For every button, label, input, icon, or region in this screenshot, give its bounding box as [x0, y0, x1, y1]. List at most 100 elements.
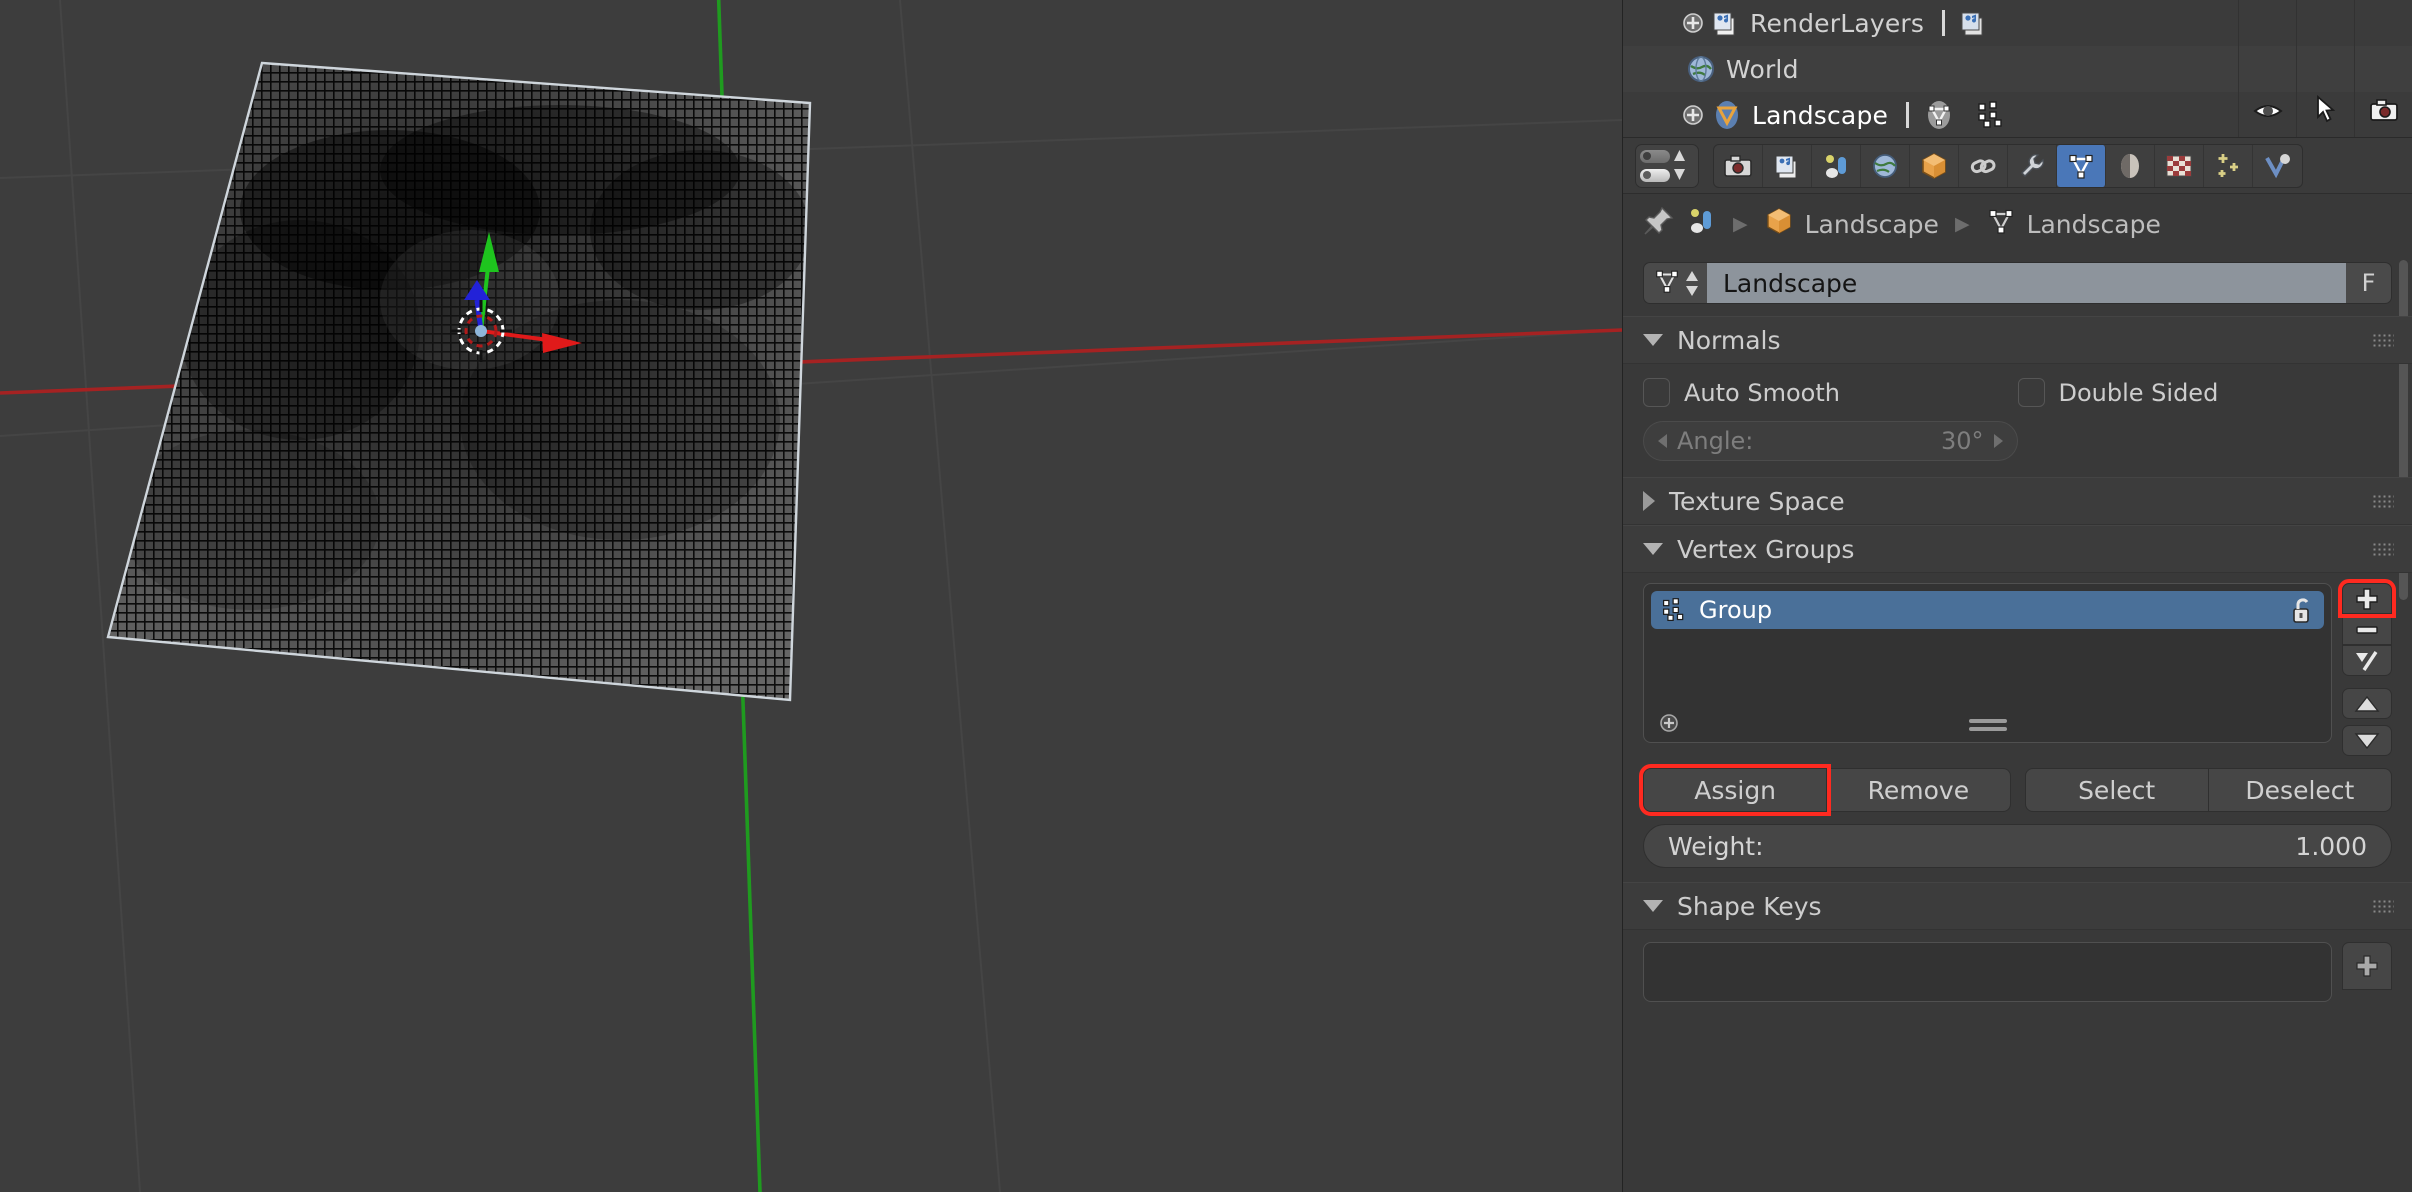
selectability-column[interactable]	[2296, 0, 2354, 137]
vertex-group-side-buttons	[2338, 579, 2396, 756]
chevron-right-icon	[1643, 491, 1655, 511]
add-vertex-group-button[interactable]	[2338, 579, 2396, 618]
breadcrumb-object[interactable]: Landscape	[1764, 206, 1939, 242]
panel-header-vertex-groups[interactable]: Vertex Groups	[1623, 525, 2412, 573]
add-shape-key-button[interactable]	[2342, 942, 2392, 990]
tab-scene[interactable]	[1812, 144, 1861, 187]
visibility-column[interactable]	[2238, 0, 2296, 137]
tab-render[interactable]	[1714, 144, 1763, 187]
vertex-group-list[interactable]: Group	[1643, 583, 2332, 743]
outliner-divider	[1942, 10, 1946, 36]
vertex-group-list-footer[interactable]	[1644, 714, 2331, 736]
renderlayers-icon	[1711, 8, 1741, 38]
double-sided-toggle[interactable]: Double Sided	[2017, 378, 2393, 407]
tab-world[interactable]	[1861, 144, 1910, 187]
triangle-up-icon[interactable]	[1673, 147, 1686, 166]
mesh-object-icon	[1711, 99, 1743, 131]
tab-texture[interactable]	[2155, 144, 2204, 187]
expand-list-icon[interactable]	[1658, 712, 1680, 738]
camera-icon[interactable]	[2369, 97, 2399, 127]
mesh-data-icon	[1986, 206, 2016, 242]
angle-label: Angle:	[1677, 427, 1754, 455]
shape-key-list[interactable]	[1643, 942, 2332, 1002]
weight-field[interactable]: Weight: 1.000	[1643, 824, 2392, 868]
fake-user-button[interactable]: F	[2346, 262, 2392, 304]
auto-smooth-checkbox[interactable]	[1643, 378, 1670, 407]
expand-icon[interactable]	[1681, 103, 1705, 127]
mesh-datablock-row[interactable]: Landscape F	[1643, 262, 2392, 304]
move-group-down-button[interactable]	[2342, 725, 2392, 756]
remove-vertex-group-button[interactable]	[2342, 614, 2392, 645]
properties-tab-list[interactable]	[1713, 143, 2303, 188]
mesh-name-input[interactable]: Landscape	[1707, 262, 2346, 304]
tab-physics[interactable]	[2253, 145, 2302, 187]
eye-icon[interactable]	[2252, 99, 2283, 127]
unlock-icon[interactable]	[2288, 596, 2314, 624]
pin-icon[interactable]	[1643, 205, 1675, 243]
tab-render-layers[interactable]	[1763, 144, 1812, 187]
weight-value: 1.000	[2295, 831, 2367, 861]
shape-keys-area	[1623, 930, 2412, 1002]
vertex-group-icon[interactable]	[1976, 100, 2006, 130]
select-button[interactable]: Select	[2024, 768, 2209, 812]
mesh-data-icon	[1653, 267, 1681, 299]
move-group-up-button[interactable]	[2342, 688, 2392, 719]
panel-header-shape-keys[interactable]: Shape Keys	[1623, 882, 2412, 930]
panel-title-texture-space: Texture Space	[1669, 486, 1845, 516]
breadcrumb-mesh[interactable]: Landscape	[1986, 206, 2161, 242]
cursor-icon[interactable]	[2315, 95, 2337, 127]
datablock-arrows-icon[interactable]	[1685, 270, 1699, 296]
weight-label: Weight:	[1668, 831, 1764, 861]
pin-row-bottom[interactable]	[1640, 167, 1694, 184]
tab-modifiers[interactable]	[2008, 144, 2057, 187]
panel-header-texture-space[interactable]: Texture Space	[1623, 477, 2412, 525]
tab-constraints[interactable]	[1959, 144, 2008, 187]
panel-header-normals[interactable]: Normals	[1623, 316, 2412, 364]
remove-button[interactable]: Remove	[1827, 768, 2011, 812]
vertex-group-name: Group	[1699, 596, 1773, 624]
properties-tabbar[interactable]	[1623, 138, 2412, 194]
pin-row-top[interactable]	[1640, 148, 1694, 165]
triangle-down-icon[interactable]	[1673, 166, 1686, 185]
datablock-browse-button[interactable]	[1643, 262, 1707, 304]
tab-object-data[interactable]	[2057, 144, 2106, 187]
outliner-label-landscape: Landscape	[1752, 100, 1889, 130]
renderlayers-icon-secondary[interactable]	[1959, 8, 1989, 38]
auto-smooth-angle-slider[interactable]: Angle: 30°	[1643, 421, 2018, 461]
panel-grip-icon[interactable]	[2372, 899, 2394, 913]
mesh-data-icon[interactable]	[1923, 99, 1955, 131]
double-sided-checkbox[interactable]	[2017, 378, 2045, 407]
properties-panels: Landscape F Normals Auto Smooth Double S…	[1623, 254, 2412, 1192]
chevron-down-icon	[1643, 334, 1663, 346]
breadcrumb-object-label: Landscape	[1804, 209, 1939, 239]
vertex-group-actions: Assign Remove Select Deselect	[1623, 756, 2412, 816]
properties-breadcrumb[interactable]: ▶ Landscape ▶ Landscape	[1623, 194, 2412, 254]
normals-checkbox-row: Auto Smooth Double Sided	[1643, 378, 2392, 407]
deselect-button[interactable]: Deselect	[2208, 768, 2392, 812]
renderability-column[interactable]	[2354, 0, 2412, 137]
viewport-canvas	[0, 0, 1622, 1192]
angle-value: 30°	[1940, 427, 1984, 455]
toggle-pill-dark[interactable]	[1640, 149, 1670, 163]
list-resize-grip[interactable]	[1968, 719, 2007, 731]
properties-pin-toggle[interactable]	[1635, 143, 1699, 188]
vertex-group-list-item[interactable]: Group	[1651, 591, 2324, 629]
auto-smooth-toggle[interactable]: Auto Smooth	[1643, 378, 2018, 407]
vertex-group-specials-button[interactable]	[2342, 645, 2392, 676]
outliner-editor[interactable]: RenderLayers World Landscape	[1623, 0, 2412, 138]
panel-grip-icon[interactable]	[2372, 542, 2394, 556]
chevron-right-icon[interactable]	[1993, 434, 2003, 448]
panel-title-normals: Normals	[1677, 325, 1781, 355]
panel-grip-icon[interactable]	[2372, 494, 2394, 508]
panel-grip-icon[interactable]	[2372, 333, 2394, 347]
tab-object[interactable]	[1910, 144, 1959, 187]
scene-icon[interactable]	[1685, 205, 1717, 243]
toggle-pill-light[interactable]	[1640, 168, 1670, 182]
breadcrumb-separator: ▶	[1733, 213, 1748, 235]
chevron-left-icon[interactable]	[1658, 434, 1667, 448]
tab-material[interactable]	[2106, 144, 2155, 187]
expand-icon[interactable]	[1681, 11, 1705, 35]
tab-particles[interactable]	[2204, 144, 2253, 187]
3d-viewport[interactable]: Landscape	[0, 0, 1622, 1192]
assign-button[interactable]: Assign	[1638, 764, 1832, 816]
